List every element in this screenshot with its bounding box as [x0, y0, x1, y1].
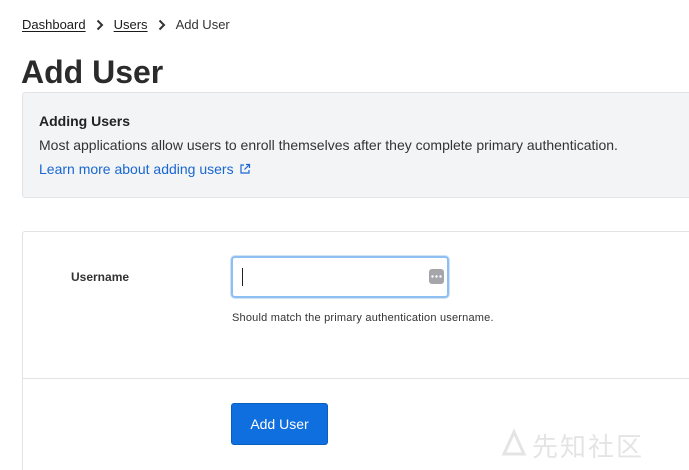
watermark-text: 先知社区: [532, 432, 645, 463]
password-manager-icon[interactable]: [429, 269, 444, 284]
breadcrumb-link-users[interactable]: Users: [114, 16, 148, 34]
breadcrumb-current: Add User: [175, 17, 230, 32]
watermark: 先知社区: [500, 420, 689, 470]
watermark-logo-icon: [500, 427, 528, 463]
external-link-icon: [239, 163, 251, 175]
learn-more-link[interactable]: Learn more about adding users: [39, 161, 251, 177]
add-user-button[interactable]: Add User: [231, 403, 328, 445]
chevron-right-icon: [148, 16, 176, 34]
info-title: Adding Users: [39, 113, 131, 129]
chevron-right-icon: [86, 16, 114, 34]
form-divider: [23, 378, 689, 379]
page-title: Add User: [21, 54, 164, 90]
breadcrumb-link-dashboard[interactable]: Dashboard: [22, 16, 86, 34]
info-box: Adding Users Most applications allow use…: [22, 92, 689, 198]
username-input[interactable]: [239, 264, 425, 290]
username-label: Username: [71, 270, 130, 284]
username-help-text: Should match the primary authentication …: [232, 312, 494, 324]
text-caret: [242, 268, 243, 286]
learn-more-link-label: Learn more about adding users: [39, 161, 234, 177]
breadcrumb: Dashboard Users Add User: [22, 16, 230, 34]
username-field-wrapper: [231, 256, 449, 298]
info-text: Most applications allow users to enroll …: [39, 137, 618, 153]
